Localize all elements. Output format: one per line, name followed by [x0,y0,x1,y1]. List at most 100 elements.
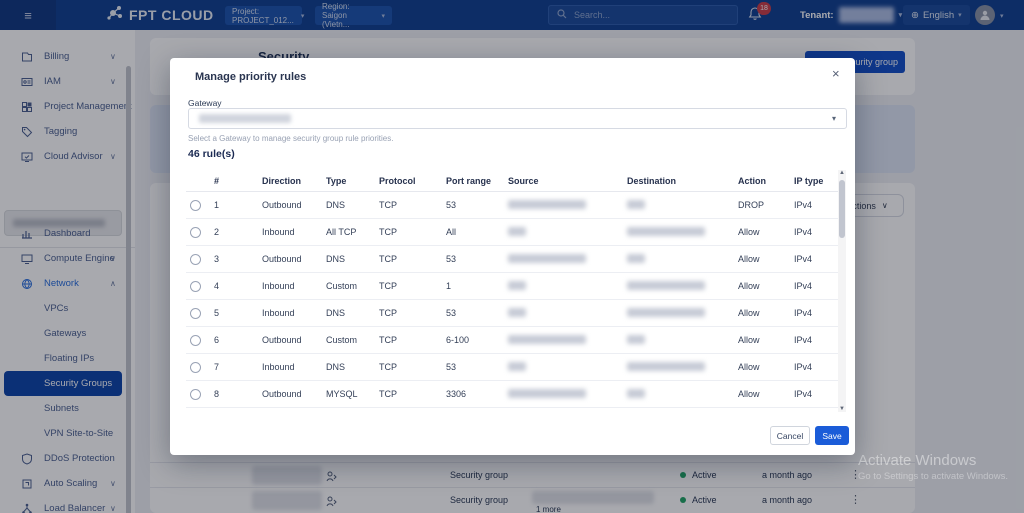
cell-action: Allow [738,308,794,318]
cell-direction: Outbound [262,389,326,399]
cell-action: Allow [738,227,794,237]
cell-n: 8 [214,389,262,399]
cancel-button[interactable]: Cancel [770,426,810,445]
activate-windows-watermark: Activate Windows Go to Settings to activ… [858,452,1008,482]
column-header-source: Source [508,176,627,186]
rule-row-8: 8OutboundMYSQLTCP3306AllowIPv4 [186,381,845,408]
source-redacted [508,227,526,236]
cell-type: Custom [326,281,379,291]
cell-protocol: TCP [379,308,446,318]
column-header-port-range: Port range [446,176,508,186]
manage-priority-rules-modal: Manage priority rules × Gateway ▾ Select… [170,58,855,455]
cell-action: Allow [738,335,794,345]
table-scrollbar[interactable]: ▲ ▼ [838,170,846,412]
column-header-direction: Direction [262,176,326,186]
destination-redacted [627,200,645,209]
rule-row-3: 3OutboundDNSTCP53AllowIPv4 [186,246,845,273]
rules-count: 46 rule(s) [188,148,235,160]
cell-direction: Inbound [262,281,326,291]
destination-redacted [627,335,645,344]
destination-redacted [627,254,645,263]
column-header-destination: Destination [627,176,738,186]
cell-port: 1 [446,281,508,291]
cell-action: Allow [738,362,794,372]
rule-radio[interactable] [190,362,201,373]
cell-type: DNS [326,308,379,318]
cell-direction: Outbound [262,335,326,345]
source-redacted [508,254,586,263]
cell-direction: Inbound [262,227,326,237]
rule-row-6: 6OutboundCustomTCP6-100AllowIPv4 [186,327,845,354]
source-redacted [508,200,586,209]
gateway-value-redacted [199,114,291,123]
cell-port: 53 [446,362,508,372]
cell-direction: Inbound [262,362,326,372]
cell-type: All TCP [326,227,379,237]
scroll-up-icon[interactable]: ▲ [838,170,846,176]
rule-row-4: 4InboundCustomTCP1AllowIPv4 [186,273,845,300]
rule-radio[interactable] [190,308,201,319]
rule-radio[interactable] [190,335,201,346]
cell-n: 6 [214,335,262,345]
cell-action: DROP [738,200,794,210]
cell-n: 7 [214,362,262,372]
destination-redacted [627,389,645,398]
source-redacted [508,308,526,317]
cell-port: 6-100 [446,335,508,345]
destination-redacted [627,308,705,317]
column-header--: # [214,176,262,186]
cell-type: DNS [326,200,379,210]
cell-n: 3 [214,254,262,264]
gateway-field-label: Gateway [188,98,222,108]
source-redacted [508,281,526,290]
cell-type: MYSQL [326,389,379,399]
source-redacted [508,389,586,398]
cell-protocol: TCP [379,335,446,345]
rule-radio[interactable] [190,389,201,400]
cell-protocol: TCP [379,227,446,237]
cell-port: 53 [446,254,508,264]
cell-direction: Inbound [262,308,326,318]
rules-table: #DirectionTypeProtocolPort rangeSourceDe… [186,170,845,408]
cell-direction: Outbound [262,200,326,210]
gateway-select[interactable]: ▾ [188,108,847,129]
rule-radio[interactable] [190,200,201,211]
cell-type: DNS [326,254,379,264]
destination-redacted [627,362,705,371]
cell-port: 3306 [446,389,508,399]
cell-action: Allow [738,389,794,399]
column-header-protocol: Protocol [379,176,446,186]
cell-n: 1 [214,200,262,210]
cell-protocol: TCP [379,389,446,399]
column-header-type: Type [326,176,379,186]
rule-row-2: 2InboundAll TCPTCPAllAllowIPv4 [186,219,845,246]
cell-n: 5 [214,308,262,318]
column-header-action: Action [738,176,794,186]
rules-table-header: #DirectionTypeProtocolPort rangeSourceDe… [186,170,845,192]
cell-n: 4 [214,281,262,291]
cell-port: 53 [446,308,508,318]
chevron-down-icon: ▾ [832,114,836,123]
save-button[interactable]: Save [815,426,849,445]
cell-type: Custom [326,335,379,345]
cell-type: DNS [326,362,379,372]
rule-row-1: 1OutboundDNSTCP53DROPIPv4 [186,192,845,219]
cell-port: All [446,227,508,237]
gateway-helper-text: Select a Gateway to manage security grou… [188,134,393,143]
cell-protocol: TCP [379,200,446,210]
rule-row-5: 5InboundDNSTCP53AllowIPv4 [186,300,845,327]
cell-direction: Outbound [262,254,326,264]
cell-action: Allow [738,254,794,264]
rule-radio[interactable] [190,227,201,238]
rule-radio[interactable] [190,254,201,265]
source-redacted [508,335,586,344]
cell-protocol: TCP [379,362,446,372]
cell-n: 2 [214,227,262,237]
scrollbar-thumb[interactable] [839,180,845,238]
rule-radio[interactable] [190,281,201,292]
close-icon[interactable]: × [832,66,840,81]
cell-protocol: TCP [379,281,446,291]
cell-action: Allow [738,281,794,291]
scroll-down-icon[interactable]: ▼ [838,406,846,412]
rule-row-7: 7InboundDNSTCP53AllowIPv4 [186,354,845,381]
